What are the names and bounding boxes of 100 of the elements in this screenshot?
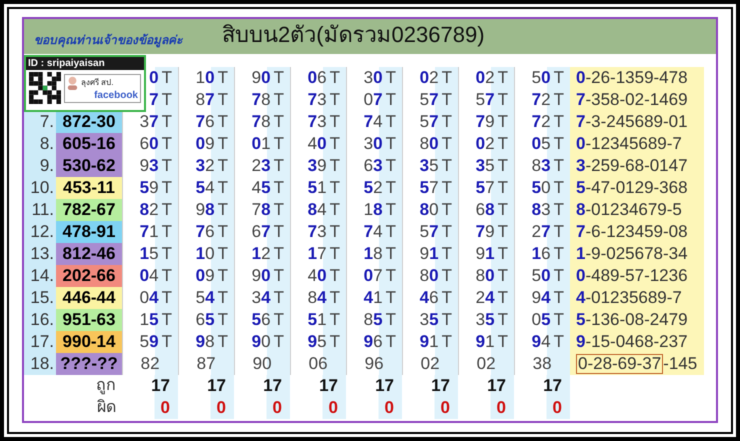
table-cell: 57 T [402, 177, 458, 199]
table-cell: 60 T [122, 133, 178, 155]
table-cell: 96 T [346, 331, 402, 353]
table-cell: 16 T [514, 243, 570, 265]
table-cell: 78 T [234, 111, 290, 133]
table-cell: 15 T [122, 243, 178, 265]
table-cell: 01 T [234, 133, 290, 155]
result-text: 1-9-025678-34 [576, 243, 688, 266]
table-cell: 35 T [458, 309, 514, 331]
number-cell: 605-16 [56, 133, 122, 155]
result-text: 7-358-02-1469 [576, 89, 688, 112]
qr-code-icon [29, 72, 61, 104]
table-cell: 90 T [234, 331, 290, 353]
table-cell: 74 T [346, 111, 402, 133]
table-cell: 73 T [290, 111, 346, 133]
table-cell: 91 T [402, 243, 458, 265]
result-text: 5-47-0129-368 [576, 177, 688, 200]
table-cell: 35 T [402, 155, 458, 177]
table-cell: 83 T [514, 155, 570, 177]
table-cell: 56 T [234, 309, 290, 331]
table-cell: 38 [514, 353, 570, 375]
table-cell: 72 T [514, 111, 570, 133]
table-cell: 95 T [290, 331, 346, 353]
table-cell: 05 T [514, 309, 570, 331]
index-cell: 14. [24, 265, 56, 287]
highlighted-result: 0-28-69-37 [576, 354, 664, 374]
number-cell: 453-11 [56, 177, 122, 199]
table-cell: 17 T [290, 243, 346, 265]
table-cell: 10 T [178, 67, 234, 89]
total-label: ผิด [97, 398, 116, 418]
table-cell: 83 T [514, 199, 570, 221]
number-cell: 530-62 [56, 155, 122, 177]
table-cell: 90 T [234, 67, 290, 89]
table-cell: 09 T [178, 133, 234, 155]
number-cell: 782-67 [56, 199, 122, 221]
table-cell: 78 T [234, 89, 290, 111]
table-cell: 39 T [290, 155, 346, 177]
table-cell: 50 T [514, 177, 570, 199]
table-cell: 59 T [122, 331, 178, 353]
table-cell: 59 T [122, 177, 178, 199]
table-cell: 09 T [178, 265, 234, 287]
table-cell: 87 T [178, 89, 234, 111]
table-cell: 82 [122, 353, 178, 375]
table-cell: 46 T [402, 287, 458, 309]
total-label: ถูก [96, 376, 116, 396]
table-cell: 93 T [122, 155, 178, 177]
table-cell: 84 T [290, 199, 346, 221]
table-cell: 52 T [346, 177, 402, 199]
table-cell: 02 T [458, 67, 514, 89]
number-cell: 872-30 [56, 111, 122, 133]
table-cell: 02 T [402, 67, 458, 89]
table-cell: 24 T [458, 287, 514, 309]
table-cell: 91 T [402, 331, 458, 353]
result-text: 7-6-123459-08 [576, 221, 688, 244]
table-cell: 41 T [346, 287, 402, 309]
table-cell: 84 T [290, 287, 346, 309]
result-text: 0-26-1359-478 [576, 67, 688, 90]
table-cell: 57 T [458, 89, 514, 111]
number-cell: 446-44 [56, 287, 122, 309]
table-cell: 94 T [514, 331, 570, 353]
result-text: 0-12345689-7 [576, 133, 682, 156]
table-cell: 50 T [514, 67, 570, 89]
number-cell: 478-91 [56, 221, 122, 243]
table-cell: 50 T [514, 265, 570, 287]
table-cell: 02 [402, 353, 458, 375]
table-cell: 57 T [402, 89, 458, 111]
table-cell: 85 T [346, 309, 402, 331]
result-text: 3-259-68-0147 [576, 155, 688, 178]
table-cell: 10 T [178, 243, 234, 265]
table-cell: 76 T [178, 221, 234, 243]
table-cell: 18 T [346, 243, 402, 265]
number-cell: 202-66 [56, 265, 122, 287]
table-cell: 80 T [402, 199, 458, 221]
table-cell: 54 T [178, 287, 234, 309]
table-cell: 80 T [458, 265, 514, 287]
table-cell: 30 T [346, 133, 402, 155]
table-cell: 57 T [458, 177, 514, 199]
index-cell: 8. [24, 133, 56, 155]
table-cell: 72 T [514, 89, 570, 111]
table-cell: 05 T [514, 133, 570, 155]
index-cell: 9. [24, 155, 56, 177]
table-cell: 79 T [458, 111, 514, 133]
table-cell: 02 T [458, 133, 514, 155]
table-cell: 18 T [346, 199, 402, 221]
index-cell: 15. [24, 287, 56, 309]
table-cell: 06 [290, 353, 346, 375]
avatar-icon [67, 76, 78, 90]
result-text: 9-15-0468-237 [576, 331, 688, 354]
table-cell: 04 T [122, 265, 178, 287]
table-cell: 06 T [290, 67, 346, 89]
table-cell: 90 T [234, 265, 290, 287]
result-text: 5-136-08-2479 [576, 309, 688, 332]
credit-text: ขอบคุณท่านเจ้าของข้อมูลค่ะ [34, 32, 182, 49]
table-cell: 40 T [290, 133, 346, 155]
result-text: 0-489-57-1236 [576, 265, 688, 288]
table-cell: 30 T [346, 67, 402, 89]
table-cell: 07 T [346, 89, 402, 111]
table-cell: 12 T [234, 243, 290, 265]
table-cell: 57 T [402, 221, 458, 243]
table-cell: 82 T [122, 199, 178, 221]
